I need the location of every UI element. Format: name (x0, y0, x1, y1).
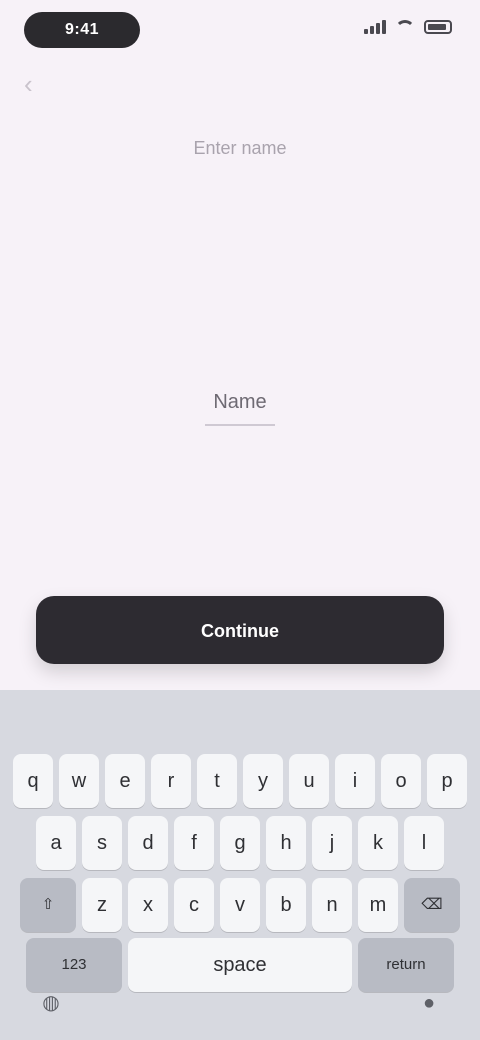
key-n[interactable]: n (312, 878, 352, 932)
continue-button[interactable]: Continue (36, 596, 444, 664)
key-t[interactable]: t (197, 754, 237, 808)
keyboard-row-3: ⇧ z x c v b n m ⌫ (0, 878, 480, 932)
key-h[interactable]: h (266, 816, 306, 870)
key-a[interactable]: a (36, 816, 76, 870)
key-q[interactable]: q (13, 754, 53, 808)
key-f[interactable]: f (174, 816, 214, 870)
mic-icon[interactable]: ● (414, 988, 444, 1018)
keyboard-row-1: q w e r t y u i o p (0, 754, 480, 808)
page-title: Enter name (193, 138, 287, 158)
key-y[interactable]: y (243, 754, 283, 808)
key-w[interactable]: w (59, 754, 99, 808)
keyboard-bottom-bar: ◍ ● (0, 976, 480, 1032)
name-field-text: Name (205, 380, 275, 426)
keyboard: q w e r t y u i o p a s d f g h j k l ⇧ … (0, 690, 480, 1040)
chevron-left-icon[interactable]: ‹ (24, 70, 52, 98)
suggestion-bar (0, 690, 480, 746)
key-m[interactable]: m (358, 878, 398, 932)
key-g[interactable]: g (220, 816, 260, 870)
globe-icon[interactable]: ◍ (36, 988, 66, 1018)
shift-key[interactable]: ⇧ (20, 878, 76, 932)
key-j[interactable]: j (312, 816, 352, 870)
key-p[interactable]: p (427, 754, 467, 808)
key-c[interactable]: c (174, 878, 214, 932)
key-b[interactable]: b (266, 878, 306, 932)
name-field[interactable]: Name (150, 380, 330, 426)
key-k[interactable]: k (358, 816, 398, 870)
status-bar: 9:41 (0, 0, 480, 64)
key-z[interactable]: z (82, 878, 122, 932)
key-u[interactable]: u (289, 754, 329, 808)
key-o[interactable]: o (381, 754, 421, 808)
keyboard-row-2: a s d f g h j k l (0, 816, 480, 870)
key-d[interactable]: d (128, 816, 168, 870)
backspace-key[interactable]: ⌫ (404, 878, 460, 932)
key-i[interactable]: i (335, 754, 375, 808)
key-l[interactable]: l (404, 816, 444, 870)
status-pill: 9:41 (24, 12, 140, 48)
key-s[interactable]: s (82, 816, 122, 870)
battery-icon (424, 20, 452, 34)
key-r[interactable]: r (151, 754, 191, 808)
signal-icon (364, 20, 386, 34)
wifi-icon (394, 20, 416, 34)
key-v[interactable]: v (220, 878, 260, 932)
screen: 9:41 ‹ Enter name Name Continue q w e r … (0, 0, 480, 1040)
key-x[interactable]: x (128, 878, 168, 932)
key-e[interactable]: e (105, 754, 145, 808)
status-icons (364, 20, 452, 34)
